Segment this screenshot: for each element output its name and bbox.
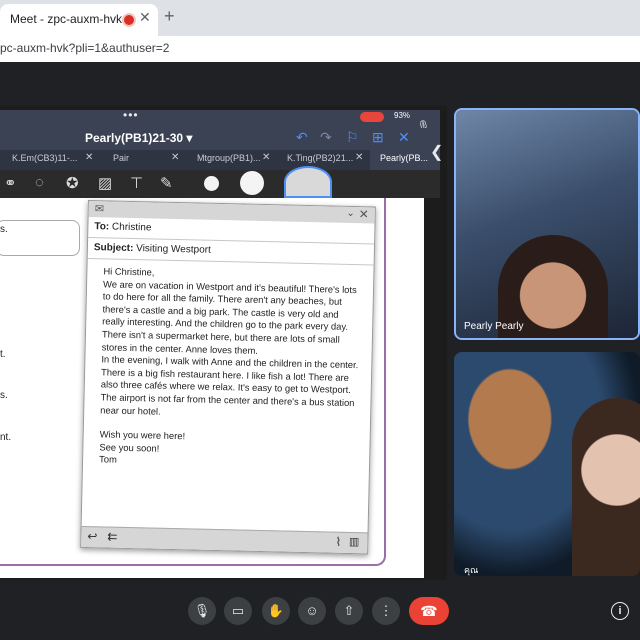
add-page-icon[interactable]: ⊞	[372, 129, 384, 146]
email-card: ✉ ⌄ ✕ To: Christine Subject: Visiting We…	[80, 200, 376, 555]
lasso-tool-icon[interactable]: ◌	[35, 174, 44, 191]
subject-value: Visiting Westport	[136, 243, 211, 256]
reply-all-icon: ⇇	[107, 529, 118, 544]
document-tab[interactable]: Pearly(PB...	[380, 153, 428, 163]
hand-icon: ✋	[267, 603, 285, 618]
tab-close-icon[interactable]: ✕	[139, 9, 151, 26]
document-title[interactable]: Pearly(PB1)21-30 ▾	[85, 131, 192, 145]
bookmark-icon[interactable]: ⚐	[346, 129, 359, 146]
document-tab[interactable]: K.Ting(PB2)21...	[287, 153, 353, 163]
redo-icon[interactable]: ↷	[320, 129, 332, 146]
microphone-button[interactable]: 🎙	[188, 597, 216, 625]
microphone-icon: 🎙	[193, 603, 211, 618]
meet-top-area	[0, 62, 640, 102]
more-vert-icon: ⋮	[379, 603, 393, 618]
tablet-handle-dots: •••	[123, 108, 139, 122]
page-text-fragment: t.	[0, 349, 6, 360]
more-options-button[interactable]: ⋮	[372, 597, 400, 625]
address-bar[interactable]: pc-auxm-hvk?pli=1&authuser=2	[0, 36, 640, 62]
page-text-fragment: s.	[0, 224, 8, 235]
document-tab[interactable]: Pair	[113, 153, 129, 163]
subject-label: Subject:	[93, 242, 134, 255]
camera-icon: ▭	[231, 603, 245, 618]
camera-button[interactable]: ▭	[224, 597, 252, 625]
close-icon[interactable]: ✕	[398, 129, 410, 146]
pen-size-large[interactable]	[284, 166, 332, 198]
emoji-icon: ☺	[305, 603, 319, 618]
battery-status: 93%	[394, 111, 411, 120]
participant-tile-pearly[interactable]	[454, 108, 640, 340]
reply-icon: ↩	[87, 529, 98, 544]
email-body: Hi Christine, We are on vacation in West…	[83, 259, 374, 472]
recording-indicator-icon	[124, 15, 134, 25]
browser-tab-title: Meet - zpc-auxm-hvk	[10, 12, 123, 26]
image-tool-icon[interactable]: ▨	[98, 174, 112, 192]
participant-tile-self[interactable]	[454, 352, 640, 576]
raise-hand-button[interactable]: ✋	[262, 597, 290, 625]
pen-size-medium[interactable]	[240, 171, 264, 195]
trash-icon: ▥	[348, 536, 360, 549]
email-paragraph: We are on vacation in Westport and it's …	[101, 277, 357, 356]
envelope-icon: ✉	[94, 203, 105, 216]
participant-name: คุณ	[464, 565, 479, 575]
page-text-fragment: s.	[0, 390, 8, 401]
email-paragraph: In the evening, I walk with Anne and the…	[100, 353, 359, 417]
undo-icon[interactable]: ↶	[296, 129, 308, 146]
participant-name: Pearly Pearly	[464, 321, 524, 332]
info-icon[interactable]: i	[611, 602, 629, 620]
sticker-tool-icon[interactable]: ✪	[66, 174, 79, 192]
hang-up-icon: ☎	[420, 603, 438, 619]
collapse-panel-icon[interactable]: ❮	[430, 142, 443, 162]
document-tab-close-icon[interactable]: ✕	[355, 152, 363, 163]
screen-record-icon	[360, 112, 384, 122]
present-screen-icon: ⇧	[343, 603, 355, 618]
participant-video-face	[572, 398, 640, 576]
url-text[interactable]: pc-auxm-hvk?pli=1&authuser=2	[0, 41, 169, 55]
text-tool-icon[interactable]: ⊤	[130, 174, 143, 192]
present-button[interactable]: ⇧	[335, 597, 363, 625]
document-tab[interactable]: K.Em(CB3)11-...	[12, 153, 77, 163]
close-icon: ✕	[358, 207, 369, 222]
new-tab-button[interactable]: +	[164, 6, 175, 27]
to-value: Christine	[111, 221, 152, 234]
end-call-button[interactable]: ☎	[409, 597, 449, 625]
attachment-icon: ⌇	[335, 534, 342, 549]
document-tab-close-icon[interactable]: ✕	[85, 152, 93, 163]
speech-bubble	[0, 220, 80, 256]
laser-tool-icon[interactable]: ✎	[160, 174, 173, 192]
document-tab-close-icon[interactable]: ✕	[262, 152, 270, 163]
document-tab-close-icon[interactable]: ✕	[171, 152, 179, 163]
browser-tab[interactable]: Meet - zpc-auxm-hvk ✕	[0, 4, 158, 36]
shapes-tool-icon[interactable]: ⚭	[4, 174, 17, 192]
pen-size-small[interactable]	[204, 176, 219, 191]
to-label: To:	[94, 221, 110, 233]
document-tab[interactable]: Mtgroup(PB1)...	[197, 153, 261, 163]
chevron-down-icon: ⌄	[346, 207, 355, 220]
page-text-fragment: nt.	[0, 432, 12, 443]
reactions-button[interactable]: ☺	[298, 597, 326, 625]
